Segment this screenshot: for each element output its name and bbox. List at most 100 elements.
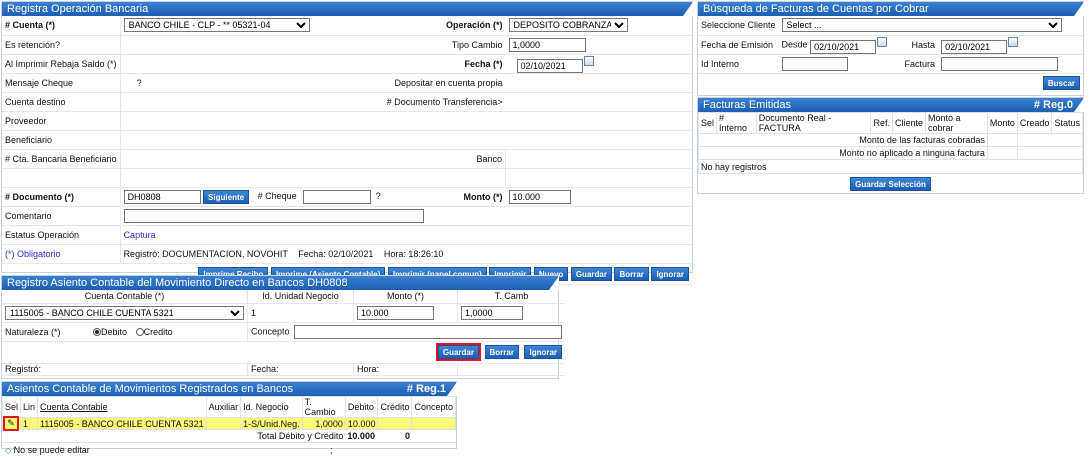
id-interno-input[interactable] <box>781 56 848 71</box>
asiento-borrar-button[interactable]: Borrar <box>484 345 519 359</box>
asiento-tcamb-input[interactable] <box>461 305 523 320</box>
monto-cobradas: Monto de las facturas cobradas <box>698 133 988 147</box>
retencion-label: Es retención? <box>2 35 121 55</box>
row-concepto <box>411 417 456 430</box>
proveedor-label: Proveedor <box>2 111 121 131</box>
busqueda-panel: Búsqueda de Facturas de Cuentas por Cobr… <box>697 1 1084 96</box>
cliente-label: Seleccione Cliente <box>698 16 779 36</box>
asientos-reg-header: Asientos Contable de Movimientos Registr… <box>2 382 457 396</box>
edit-pencil-icon[interactable]: ✎ <box>3 416 19 431</box>
facturas-header: Facturas Emitidas # Reg.0 <box>698 98 1084 112</box>
col-cuenta-contable: Cuenta Contable (*) <box>2 290 248 304</box>
ignorar-button[interactable]: Ignorar <box>651 266 689 281</box>
cuenta-contable-select[interactable]: 1115005 - BANCO CHILE CUENTA 5321 <box>5 305 244 320</box>
facturas-header-row: Sel # Interno Documento Real - FACTURA R… <box>697 112 1083 134</box>
debito-radio[interactable] <box>93 328 102 337</box>
th-sel: Sel <box>697 112 718 134</box>
operacion-label: Operación (*) <box>383 16 506 36</box>
doc-transf-label: # Documento Transferencia> <box>383 92 506 112</box>
cheque-input[interactable] <box>303 189 372 204</box>
th-creado: Creado <box>1016 112 1053 134</box>
registra-header: Registra Operación Bancaria <box>2 2 693 16</box>
th-status: Status <box>1051 112 1083 134</box>
mensaje-value: ? <box>119 73 384 93</box>
banco-label: Banco <box>383 149 506 169</box>
th-cuenta-contable[interactable]: Cuenta Contable <box>37 396 207 418</box>
row-negocio: 1-S/Unid.Neg. <box>240 417 303 430</box>
registro-info: Registró: DOCUMENTACION, NOVOHIT <box>123 248 288 259</box>
monto-no-aplicado: Monto no aplicado a ninguna factura <box>698 146 988 160</box>
registra-form: # Cuenta (*) BANCO CHILE - CLP - ** 0532… <box>2 16 692 285</box>
diamond-icon: ◇ <box>5 445 12 455</box>
cheque-question: ? <box>375 190 381 201</box>
facturas-table: Sel # Interno Documento Real - FACTURA R… <box>697 112 1084 194</box>
th-id-negocio: Id. Negocio <box>240 396 303 418</box>
cuenta-select[interactable]: BANCO CHILE - CLP - ** 05321-04 <box>123 18 310 33</box>
credito-radio[interactable] <box>135 328 144 337</box>
monto-input[interactable] <box>508 189 571 204</box>
cliente-select[interactable]: Select ... <box>781 18 1062 33</box>
siguiente-button[interactable]: Siguiente <box>203 189 250 204</box>
guardar-seleccion-button[interactable]: Guardar Selección <box>850 176 931 191</box>
debito-label: Debito <box>101 326 128 337</box>
calendar-icon[interactable] <box>583 55 594 66</box>
th-concepto: Concepto <box>411 396 456 418</box>
documento-input[interactable] <box>123 189 201 204</box>
cuenta-destino-label: Cuenta destino <box>2 92 121 112</box>
th-lin: Lin <box>20 396 39 418</box>
asiento-guardar-button[interactable]: Guardar <box>435 343 482 361</box>
table-row[interactable]: ✎ 1 1115005 - BANCO CHILE CUENTA 5321 1-… <box>1 416 456 431</box>
asiento-registro-label: Registró: <box>2 363 248 376</box>
asientos-reg-count: # Reg.1 <box>406 383 446 395</box>
tipo-cambio-input[interactable] <box>508 37 586 52</box>
hasta-label: Hasta <box>901 35 939 55</box>
mensaje-label: Mensaje Cheque <box>2 73 121 93</box>
no-registros: No hay registros <box>698 159 1083 174</box>
desde-input[interactable] <box>810 39 877 53</box>
desde-label: Desde <box>781 38 808 49</box>
semicolon-text: ; <box>330 444 333 455</box>
th-monto: Monto <box>986 112 1018 134</box>
borrar-button[interactable]: Borrar <box>614 266 649 281</box>
row-cuenta: 1115005 - BANCO CHILE CUENTA 5321 <box>37 417 207 430</box>
guardar-button[interactable]: Guardar <box>570 266 612 281</box>
fecha-input[interactable] <box>516 58 583 72</box>
facturas-title: Facturas Emitidas <box>703 99 792 111</box>
no-editar-text: No se puede editar <box>13 444 90 455</box>
busqueda-header: Búsqueda de Facturas de Cuentas por Cobr… <box>698 2 1084 16</box>
calendar-icon[interactable] <box>877 36 888 47</box>
estatus-value: Captura <box>119 225 692 245</box>
asiento-ignorar-button[interactable]: Ignorar <box>524 345 563 359</box>
monto-label: Monto (*) <box>383 187 506 207</box>
th-documento-real: Documento Real - FACTURA <box>755 112 872 134</box>
th-tcambio: T. Cambio <box>301 396 346 418</box>
comentario-input[interactable] <box>123 208 424 223</box>
asiento-hora-label: Hora: <box>353 363 458 376</box>
th-monto-cobrar: Monto a cobrar <box>925 112 988 134</box>
buscar-button[interactable]: Buscar <box>1042 75 1080 90</box>
asiento-panel: Registro Asiento Contable del Movimiento… <box>1 275 566 379</box>
tipo-cambio-label: Tipo Cambio <box>383 35 506 55</box>
rebaja-label: Al Imprimir Rebaja Saldo (*) <box>2 54 121 74</box>
total-credito: 0 <box>404 430 410 441</box>
total-debito: 10.000 <box>347 430 375 441</box>
registra-title: Registra Operación Bancaria <box>7 3 149 15</box>
factura-label: Factura <box>901 54 939 74</box>
cuenta-label: # Cuenta (*) <box>2 16 121 36</box>
row-credito <box>377 417 413 430</box>
asiento-monto-input[interactable] <box>357 305 434 320</box>
hasta-input[interactable] <box>941 39 1008 53</box>
fecha-emision-label: Fecha de Emisión <box>698 35 779 55</box>
factura-input[interactable] <box>941 56 1059 71</box>
depositar-label: Depositar en cuenta propia <box>383 73 506 93</box>
concepto-input[interactable] <box>294 324 563 339</box>
calendar-icon[interactable] <box>1008 36 1019 47</box>
asiento-form: Cuenta Contable (*) Id. Unidad Negocio M… <box>2 290 566 376</box>
documento-label: # Documento (*) <box>2 187 121 207</box>
asiento-header: Registro Asiento Contable del Movimiento… <box>2 276 559 290</box>
busqueda-title: Búsqueda de Facturas de Cuentas por Cobr… <box>703 3 929 15</box>
unidad-value: 1 <box>247 303 354 323</box>
cheque-label: # Cheque <box>257 190 297 201</box>
operacion-select[interactable]: DEPOSITO COBRANZA <box>508 18 628 33</box>
row-debito: 10.000 <box>344 417 379 430</box>
